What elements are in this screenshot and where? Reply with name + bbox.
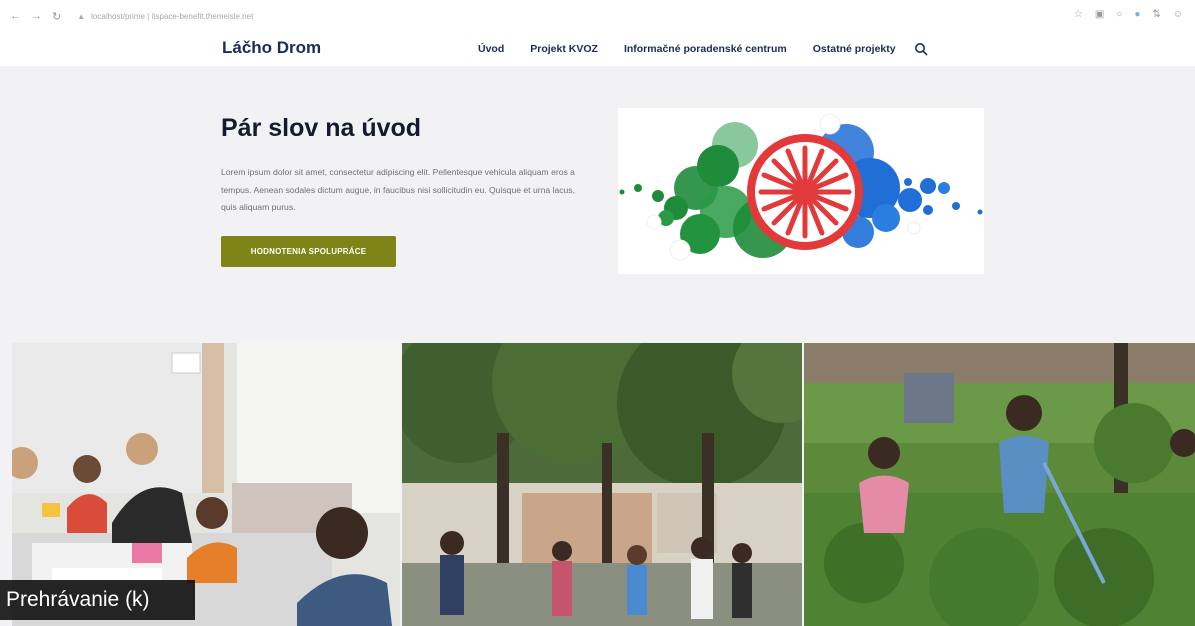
nav-link-ostatne-projekty[interactable]: Ostatné projekty bbox=[813, 43, 896, 55]
address-text[interactable]: localhost/prime | itspace-benefit.themei… bbox=[91, 12, 253, 21]
extension-icon[interactable]: ● bbox=[1134, 9, 1140, 20]
site-header: Láčho Drom Úvod Projekt KVOZ Informačné … bbox=[0, 32, 1195, 66]
extension-icon[interactable]: ▣ bbox=[1095, 9, 1104, 20]
nav-link-uvod[interactable]: Úvod bbox=[478, 43, 504, 55]
photo-garden-work[interactable] bbox=[804, 343, 1195, 626]
arrow-right-icon[interactable]: → bbox=[31, 10, 42, 23]
reload-icon[interactable]: ↻ bbox=[52, 10, 61, 23]
roma-flag-illustration bbox=[618, 108, 984, 274]
hero-title: Pár slov na úvod bbox=[221, 114, 422, 142]
nav-link-projekt-kvoz[interactable]: Projekt KVOZ bbox=[530, 43, 598, 55]
arrow-left-icon[interactable]: ← bbox=[10, 10, 21, 23]
site-logo[interactable]: Láčho Drom bbox=[222, 38, 321, 58]
hero-section: Pár slov na úvod Lorem ipsum dolor sit a… bbox=[0, 66, 1195, 342]
profile-icon[interactable]: ☺ bbox=[1173, 9, 1183, 20]
browser-extensions: ☆ ▣ ○ ● ⇅ ☺ bbox=[1074, 9, 1183, 20]
photo-outdoor-gathering[interactable] bbox=[402, 343, 802, 626]
nav-link-poradenske-centrum[interactable]: Informačné poradenské centrum bbox=[624, 43, 787, 55]
hero-text: Lorem ipsum dolor sit amet, consectetur … bbox=[221, 167, 575, 212]
video-caption: Prehrávanie (k) bbox=[0, 580, 195, 620]
star-icon[interactable]: ☆ bbox=[1074, 9, 1083, 20]
browser-toolbar: ← → ↻ ▲ localhost/prime | itspace-benefi… bbox=[0, 0, 1195, 33]
search-icon[interactable] bbox=[914, 42, 928, 56]
lock-icon: ▲ bbox=[77, 11, 86, 21]
main-nav: Úvod Projekt KVOZ Informačné poradenské … bbox=[478, 42, 928, 56]
extension-icon[interactable]: ⇅ bbox=[1152, 9, 1160, 20]
extension-icon[interactable]: ○ bbox=[1116, 9, 1122, 20]
cta-button[interactable]: HODNOTENIA SPOLUPRÁCE bbox=[221, 236, 396, 267]
browser-nav: ← → ↻ bbox=[10, 10, 61, 23]
address-bar[interactable]: ▲ localhost/prime | itspace-benefit.them… bbox=[77, 8, 677, 24]
